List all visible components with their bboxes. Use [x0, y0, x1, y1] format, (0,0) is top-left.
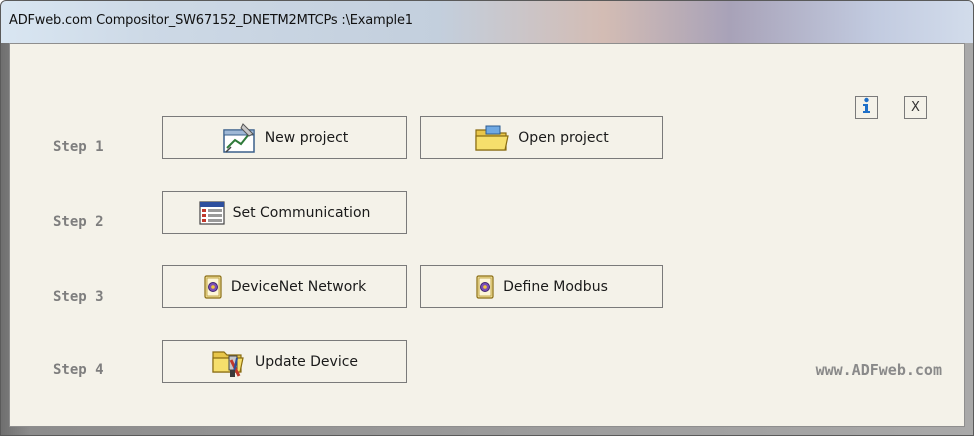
set-communication-label: Set Communication [232, 204, 371, 221]
new-project-label: New project [264, 129, 349, 146]
settings-table-icon [198, 200, 225, 226]
update-device-label: Update Device [254, 353, 359, 370]
step-1-label: Step 1 [53, 139, 104, 155]
title-bar[interactable]: ADFweb.com Compositor_SW67152_DNETM2MTCP… [1, 1, 973, 43]
devicenet-network-label: DeviceNet Network [230, 278, 367, 295]
info-button[interactable] [855, 96, 878, 119]
step-3-label: Step 3 [53, 289, 104, 305]
website-link: www.ADFweb.com [815, 361, 942, 379]
main-panel: X Step 1 Step 2 Step 3 Step 4 New projec… [9, 43, 965, 427]
open-project-button[interactable]: Open project [420, 116, 663, 159]
window-title: ADFweb.com Compositor_SW67152_DNETM2MTCP… [9, 13, 413, 28]
step-4-label: Step 4 [53, 362, 104, 378]
update-folder-icon [211, 346, 247, 378]
new-project-icon [221, 122, 257, 154]
close-icon: X [911, 100, 920, 115]
step-2-label: Step 2 [53, 214, 104, 230]
device-icon [203, 274, 223, 299]
close-button[interactable]: X [904, 96, 927, 119]
device-icon [475, 274, 495, 299]
folder-open-icon [474, 124, 510, 152]
new-project-button[interactable]: New project [162, 116, 407, 159]
info-icon [859, 97, 874, 118]
define-modbus-label: Define Modbus [503, 278, 608, 295]
open-project-label: Open project [518, 129, 609, 146]
devicenet-network-button[interactable]: DeviceNet Network [162, 265, 407, 308]
define-modbus-button[interactable]: Define Modbus [420, 265, 663, 308]
app-window: ADFweb.com Compositor_SW67152_DNETM2MTCP… [0, 0, 974, 436]
set-communication-button[interactable]: Set Communication [162, 191, 407, 234]
update-device-button[interactable]: Update Device [162, 340, 407, 383]
